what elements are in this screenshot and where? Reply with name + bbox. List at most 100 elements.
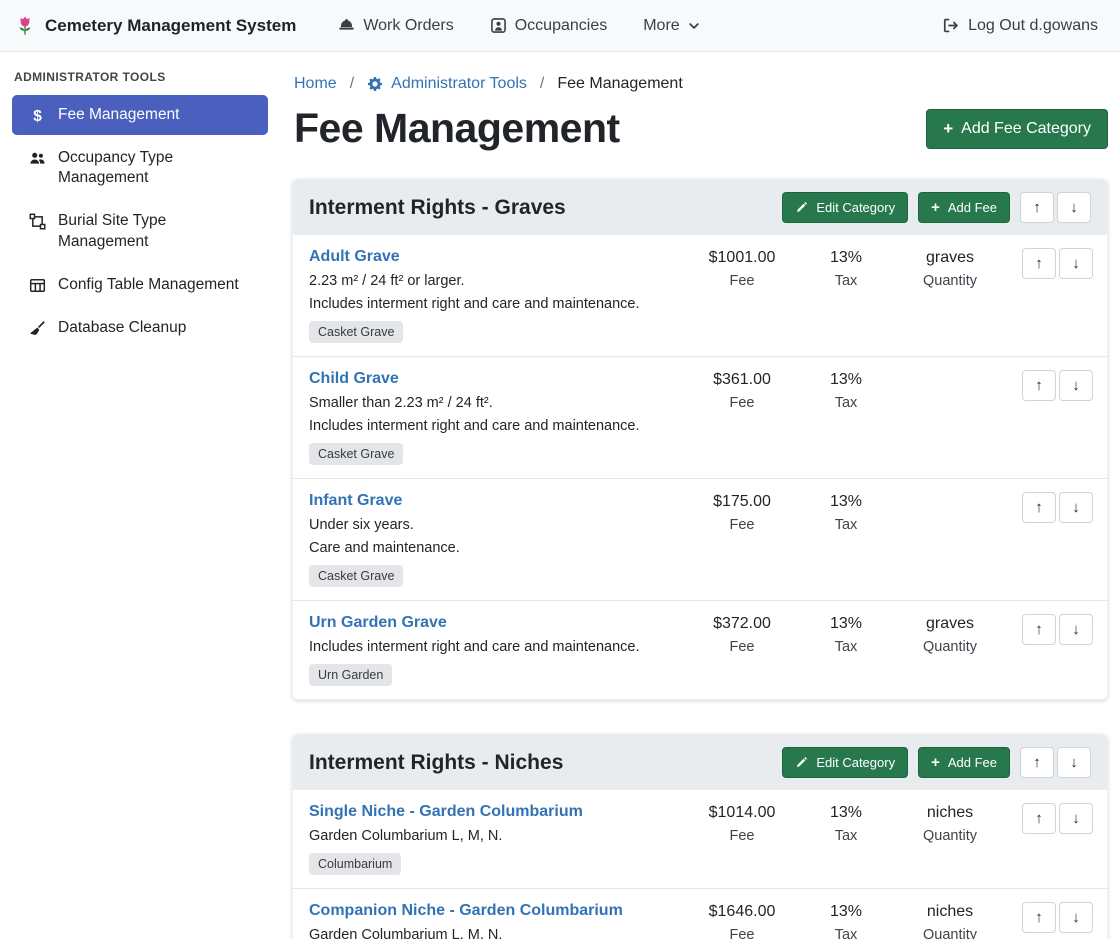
fee-tax-label: Tax [803, 273, 889, 289]
move-fee-up-button[interactable]: ↑ [1022, 614, 1056, 645]
table-icon [28, 277, 47, 294]
fee-description: 2.23 m² / 24 ft² or larger. [309, 273, 681, 289]
sidebar-item-label: Fee Management [58, 105, 180, 125]
sidebar-item-burial-site-type-management[interactable]: Burial Site Type Management [12, 201, 268, 261]
move-fee-down-button[interactable]: ↓ [1059, 492, 1093, 523]
add-fee-category-button[interactable]: + Add Fee Category [926, 109, 1108, 149]
fee-name-link[interactable]: Infant Grave [309, 492, 402, 510]
fee-type-badge: Casket Grave [309, 321, 403, 343]
fee-main: Adult Grave 2.23 m² / 24 ft² or larger.I… [309, 248, 681, 343]
move-fee-up-button[interactable]: ↑ [1022, 370, 1056, 401]
sidebar-item-fee-management[interactable]: $ Fee Management [12, 95, 268, 135]
fee-amount-value: $175.00 [681, 493, 803, 512]
nav-item-occupancies[interactable]: Occupancies [490, 17, 608, 35]
breadcrumb-admin-tools-link[interactable]: Administrator Tools [367, 75, 527, 93]
fee-tax-label: Tax [803, 395, 889, 411]
arrow-down-icon: ↓ [1072, 255, 1080, 272]
nav-item-more[interactable]: More [643, 17, 699, 35]
fee-amount-label: Fee [681, 273, 803, 289]
move-fee-down-button[interactable]: ↓ [1059, 614, 1093, 645]
move-fee-up-button[interactable]: ↑ [1022, 248, 1056, 279]
fee-quantity-label: Quantity [889, 273, 1011, 289]
plus-icon: + [943, 121, 953, 136]
fee-quantity-column [889, 370, 1011, 465]
edit-category-label: Edit Category [816, 755, 895, 770]
move-fee-down-button[interactable]: ↓ [1059, 248, 1093, 279]
hardhat-icon [338, 17, 355, 34]
sidebar-item-label: Occupancy Type Management [58, 148, 252, 188]
sidebar-item-config-table-management[interactable]: Config Table Management [12, 265, 268, 305]
fee-reorder-group: ↑ ↓ [1011, 248, 1093, 343]
edit-category-button[interactable]: Edit Category [782, 747, 908, 778]
category-actions: Edit Category + Add Fee ↑ ↓ [782, 747, 1091, 778]
breadcrumb-admin-tools-label: Administrator Tools [391, 75, 527, 93]
edit-category-button[interactable]: Edit Category [782, 192, 908, 223]
move-fee-up-button[interactable]: ↑ [1022, 803, 1056, 834]
fee-name-link[interactable]: Single Niche - Garden Columbarium [309, 803, 583, 821]
fee-quantity-label: Quantity [889, 927, 1011, 939]
sidebar-item-occupancy-type-management[interactable]: Occupancy Type Management [12, 138, 268, 198]
nav-item-work-orders[interactable]: Work Orders [338, 17, 453, 35]
sidebar-list: $ Fee Management Occupancy Type Manageme… [0, 95, 280, 348]
move-category-down-button[interactable]: ↓ [1057, 747, 1091, 778]
fee-name-link[interactable]: Urn Garden Grave [309, 614, 447, 632]
add-fee-button[interactable]: + Add Fee [918, 192, 1010, 223]
frame-icon [28, 213, 47, 230]
fee-tax-value: 13% [803, 249, 889, 268]
fee-quantity-column: graves Quantity [889, 248, 1011, 343]
add-fee-category-label: Add Fee Category [961, 120, 1091, 138]
fee-tax-value: 13% [803, 804, 889, 823]
fee-name-link[interactable]: Adult Grave [309, 248, 400, 266]
fee-type-badge: Urn Garden [309, 664, 392, 686]
arrow-up-icon: ↑ [1035, 499, 1043, 516]
move-category-down-button[interactable]: ↓ [1057, 192, 1091, 223]
add-fee-button[interactable]: + Add Fee [918, 747, 1010, 778]
fee-description: Care and maintenance. [309, 540, 681, 556]
fee-reorder-group: ↑ ↓ [1011, 492, 1093, 587]
fee-amount-label: Fee [681, 828, 803, 844]
fee-tax-column: 13% Tax [803, 614, 889, 686]
fee-quantity-column: graves Quantity [889, 614, 1011, 686]
move-category-up-button[interactable]: ↑ [1020, 747, 1054, 778]
fee-tax-column: 13% Tax [803, 248, 889, 343]
svg-text:$: $ [33, 108, 42, 124]
fee-row: Companion Niche - Garden Columbarium Gar… [293, 889, 1107, 939]
arrow-up-icon: ↑ [1033, 754, 1041, 771]
category-header: Interment Rights - Niches Edit Category … [293, 735, 1107, 790]
fee-tax-column: 13% Tax [803, 370, 889, 465]
add-fee-label: Add Fee [948, 755, 997, 770]
move-fee-down-button[interactable]: ↓ [1059, 902, 1093, 933]
fee-descriptions: Under six years.Care and maintenance. [309, 517, 681, 556]
move-fee-up-button[interactable]: ↑ [1022, 492, 1056, 523]
dollar-icon: $ [28, 107, 47, 124]
arrow-down-icon: ↓ [1072, 810, 1080, 827]
breadcrumb: Home / Administrator Tools / Fee Managem… [292, 72, 1108, 97]
categories: Interment Rights - Graves Edit Category … [292, 179, 1108, 939]
add-fee-label: Add Fee [948, 200, 997, 215]
nav-item-label: More [643, 17, 679, 35]
logout-label: Log Out d.gowans [968, 17, 1098, 35]
fee-main: Companion Niche - Garden Columbarium Gar… [309, 902, 681, 939]
move-fee-up-button[interactable]: ↑ [1022, 902, 1056, 933]
move-fee-down-button[interactable]: ↓ [1059, 803, 1093, 834]
fee-category-card: Interment Rights - Graves Edit Category … [292, 179, 1108, 700]
fee-descriptions: Smaller than 2.23 m² / 24 ft².Includes i… [309, 395, 681, 434]
top-navbar: Cemetery Management System Work Orders O… [0, 0, 1120, 52]
fee-amount-label: Fee [681, 517, 803, 533]
page-header: Fee Management + Add Fee Category [292, 105, 1108, 152]
fee-name-link[interactable]: Companion Niche - Garden Columbarium [309, 902, 623, 920]
breadcrumb-home-link[interactable]: Home [294, 75, 337, 93]
arrow-up-icon: ↑ [1035, 810, 1043, 827]
fee-main: Infant Grave Under six years.Care and ma… [309, 492, 681, 587]
fee-name-link[interactable]: Child Grave [309, 370, 399, 388]
fee-amount-column: $372.00 Fee [681, 614, 803, 686]
sidebar-item-label: Burial Site Type Management [58, 211, 252, 251]
move-category-up-button[interactable]: ↑ [1020, 192, 1054, 223]
sidebar-item-database-cleanup[interactable]: Database Cleanup [12, 308, 268, 348]
logout-link[interactable]: Log Out d.gowans [942, 17, 1098, 35]
fee-reorder-group: ↑ ↓ [1011, 370, 1093, 465]
arrow-up-icon: ↑ [1035, 255, 1043, 272]
fee-tax-value: 13% [803, 371, 889, 390]
fee-amount-label: Fee [681, 639, 803, 655]
move-fee-down-button[interactable]: ↓ [1059, 370, 1093, 401]
